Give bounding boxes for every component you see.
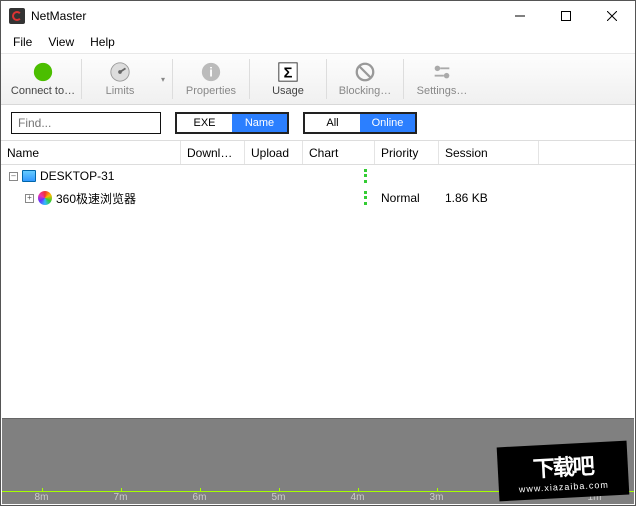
watermark: 下载吧 www.xiazaiba.com [497, 441, 630, 502]
connect-icon [32, 61, 54, 83]
window-controls [497, 1, 635, 31]
watermark-url: www.xiazaiba.com [519, 480, 609, 495]
settings-label: Settings… [417, 85, 468, 97]
minimize-button[interactable] [497, 1, 543, 31]
connect-button[interactable]: Connect to… [7, 56, 79, 102]
tick: 7m [81, 492, 160, 504]
app-icon [9, 8, 25, 24]
computer-icon [22, 170, 36, 182]
limits-dropdown[interactable]: ▾ [156, 75, 170, 84]
col-session[interactable]: Session [439, 141, 539, 164]
info-icon: i [200, 61, 222, 83]
settings-button[interactable]: Settings… [406, 56, 478, 102]
blocking-button[interactable]: Blocking… [329, 56, 401, 102]
col-priority[interactable]: Priority [375, 141, 439, 164]
sliders-icon [431, 61, 453, 83]
properties-label: Properties [186, 85, 236, 97]
all-online-toggle: All Online [303, 112, 417, 134]
tick: 4m [318, 492, 397, 504]
table-row[interactable]: – DESKTOP-31 [1, 165, 635, 187]
limits-label: Limits [106, 85, 135, 97]
sigma-icon: Σ [277, 61, 299, 83]
toggle-all[interactable]: All [305, 114, 360, 132]
tick: 5m [239, 492, 318, 504]
tick: 8m [2, 492, 81, 504]
menu-file[interactable]: File [5, 33, 40, 51]
cell-priority: Normal [375, 191, 439, 205]
expand-icon[interactable]: + [25, 194, 34, 203]
watermark-text: 下载吧 [532, 448, 594, 483]
collapse-icon[interactable]: – [9, 172, 18, 181]
row-name: 360极速浏览器 [56, 190, 136, 207]
svg-text:Σ: Σ [284, 66, 293, 82]
menu-help[interactable]: Help [82, 33, 123, 51]
svg-text:i: i [209, 65, 213, 80]
mini-chart [309, 169, 367, 183]
toggle-name[interactable]: Name [232, 114, 287, 132]
usage-button[interactable]: Σ Usage [252, 56, 324, 102]
row-name: DESKTOP-31 [40, 169, 114, 183]
properties-button[interactable]: i Properties [175, 56, 247, 102]
block-icon [354, 61, 376, 83]
process-table: Name Downl… Upload Chart Priority Sessio… [1, 141, 635, 419]
filter-bar: EXE Name All Online [1, 105, 635, 141]
timeline-chart: 8m 7m 6m 5m 4m 3m 2m 1m 下载吧 www.xiazaiba… [2, 418, 634, 504]
titlebar: NetMaster [1, 1, 635, 31]
browser-icon [38, 191, 52, 205]
col-download[interactable]: Downl… [181, 141, 245, 164]
window-title: NetMaster [31, 9, 497, 23]
toolbar-separator [326, 59, 327, 99]
table-header: Name Downl… Upload Chart Priority Sessio… [1, 141, 635, 165]
toolbar-separator [172, 59, 173, 99]
blocking-label: Blocking… [339, 85, 392, 97]
connect-label: Connect to… [11, 85, 75, 97]
usage-label: Usage [272, 85, 304, 97]
gauge-icon [109, 61, 131, 83]
toggle-exe[interactable]: EXE [177, 114, 232, 132]
menubar: File View Help [1, 31, 635, 53]
close-button[interactable] [589, 1, 635, 31]
toolbar-separator [403, 59, 404, 99]
col-upload[interactable]: Upload [245, 141, 303, 164]
exe-name-toggle: EXE Name [175, 112, 289, 134]
toolbar-separator [81, 59, 82, 99]
col-name[interactable]: Name [1, 141, 181, 164]
menu-view[interactable]: View [40, 33, 82, 51]
tick: 6m [160, 492, 239, 504]
limits-button[interactable]: Limits [84, 56, 156, 102]
col-chart[interactable]: Chart [303, 141, 375, 164]
table-body: – DESKTOP-31 + 360极速浏览器 Normal 1.86 KB [1, 165, 635, 209]
toggle-online[interactable]: Online [360, 114, 415, 132]
mini-chart [309, 191, 367, 205]
table-row[interactable]: + 360极速浏览器 Normal 1.86 KB [1, 187, 635, 209]
maximize-button[interactable] [543, 1, 589, 31]
toolbar-separator [249, 59, 250, 99]
find-input[interactable] [11, 112, 161, 134]
tick: 3m [397, 492, 476, 504]
cell-session: 1.86 KB [439, 191, 539, 205]
toolbar: Connect to… Limits ▾ i Properties Σ Usag… [1, 53, 635, 105]
